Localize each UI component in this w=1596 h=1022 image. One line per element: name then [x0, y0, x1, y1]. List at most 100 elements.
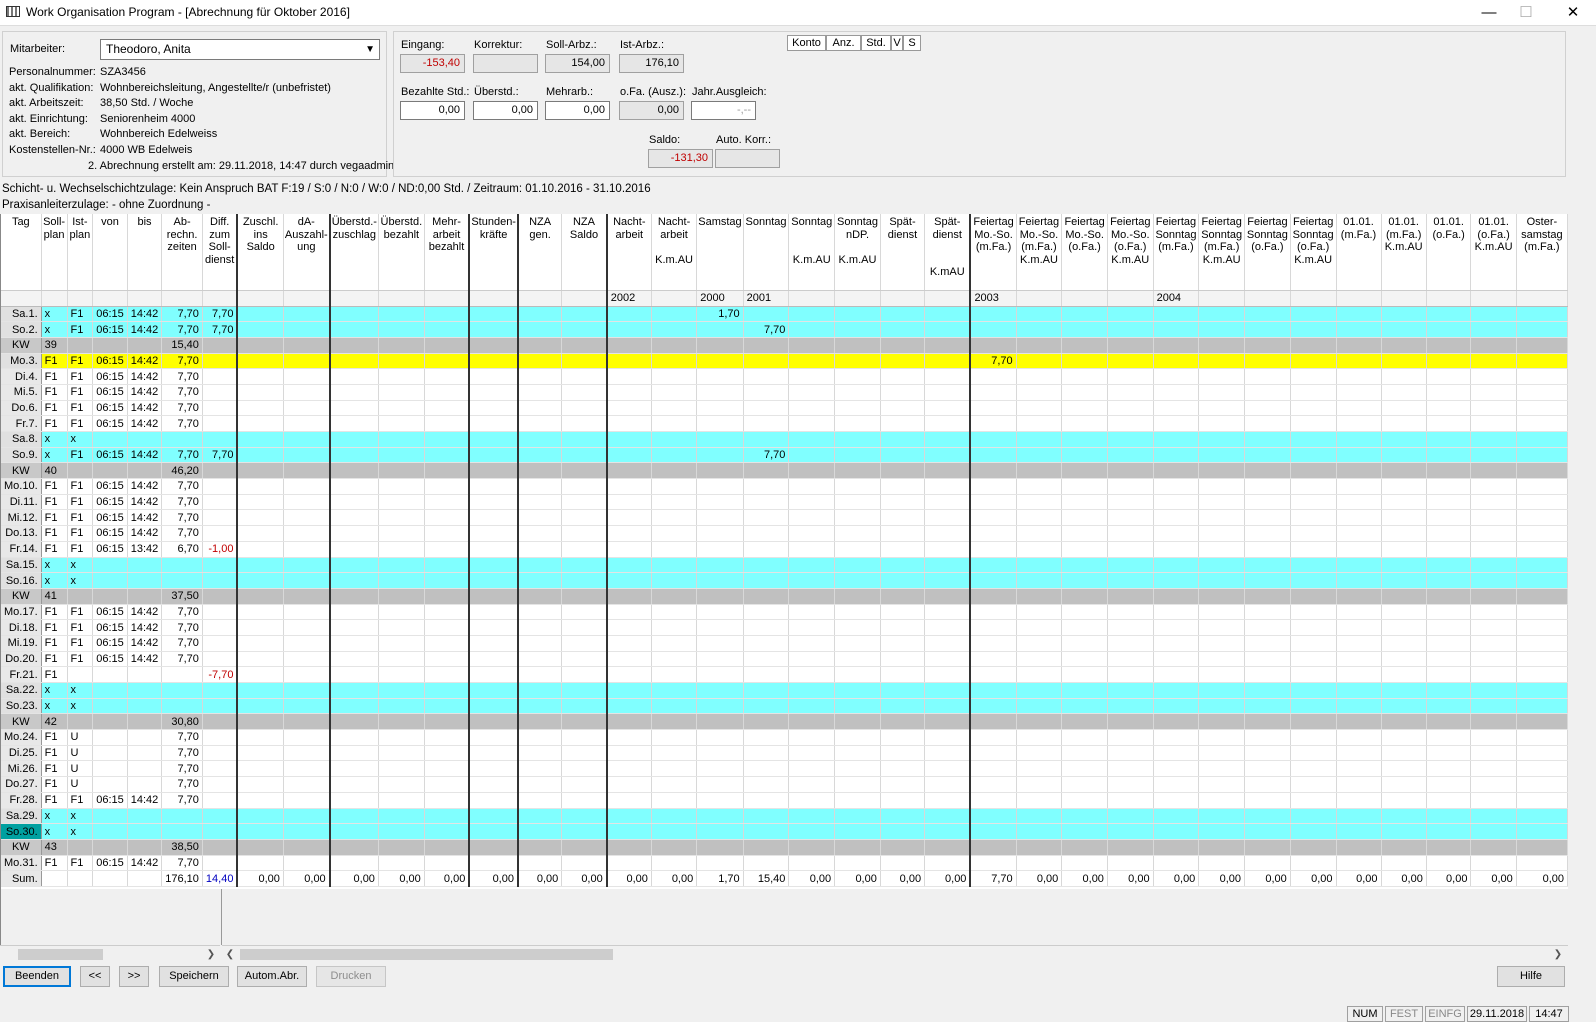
grid-cell[interactable]	[696, 353, 744, 370]
mehrarb-input[interactable]: 0,00	[545, 101, 610, 120]
grid-cell[interactable]	[92, 431, 128, 448]
grid-cell[interactable]	[283, 698, 331, 715]
konto-tab[interactable]: V	[891, 35, 903, 51]
grid-cell[interactable]	[605, 337, 652, 354]
day-label[interactable]: Do.13.	[1, 525, 42, 542]
grid-cell[interactable]	[969, 462, 1017, 480]
grid-cell[interactable]: 06:15	[92, 321, 128, 338]
grid-cell[interactable]	[328, 353, 379, 370]
grid-cell[interactable]	[516, 321, 563, 338]
grid-cell[interactable]	[651, 604, 698, 621]
grid-cell[interactable]: 7,70	[743, 321, 790, 338]
grid-cell[interactable]	[424, 619, 470, 636]
grid-cell[interactable]	[880, 760, 926, 778]
grid-cell[interactable]	[283, 682, 331, 699]
day-row[interactable]: Fr.28. F1 F1 06:15 14:42 7,70	[1, 792, 1568, 809]
grid-cell[interactable]	[880, 478, 926, 495]
grid-cell[interactable]	[605, 572, 652, 589]
grid-cell[interactable]	[1016, 321, 1063, 338]
grid-cell[interactable]	[880, 619, 926, 636]
grid-cell[interactable]	[1061, 682, 1108, 699]
grid-cell[interactable]	[969, 682, 1017, 699]
grid-cell[interactable]	[328, 400, 379, 417]
grid-cell[interactable]	[605, 525, 652, 542]
grid-cell[interactable]	[236, 823, 284, 840]
grid-cell[interactable]: 06:15	[92, 353, 128, 370]
grid-cell[interactable]	[788, 541, 836, 558]
grid-cell[interactable]	[202, 494, 238, 511]
grid-cell[interactable]	[1244, 760, 1291, 778]
grid-cell[interactable]	[127, 713, 163, 731]
grid-cell[interactable]	[880, 462, 926, 480]
grid-cell[interactable]	[743, 729, 790, 746]
grid-cell[interactable]	[202, 698, 238, 715]
grid-cell[interactable]: 0,00	[1290, 870, 1337, 887]
grid-cell[interactable]: 1,70	[696, 870, 744, 887]
grid-cell[interactable]	[1381, 729, 1427, 746]
grid-cell[interactable]: F1	[67, 635, 94, 652]
grid-cell[interactable]	[696, 839, 744, 856]
grid-cell[interactable]	[1516, 384, 1568, 401]
day-label[interactable]: Mo.3.	[1, 353, 42, 370]
grid-cell[interactable]	[283, 666, 331, 683]
grid-cell[interactable]	[1426, 431, 1472, 448]
grid-cell[interactable]	[1016, 823, 1063, 840]
grid-cell[interactable]	[788, 400, 836, 417]
grid-cell[interactable]	[1516, 337, 1568, 354]
grid-cell[interactable]	[1244, 619, 1291, 636]
grid-cell[interactable]	[1061, 604, 1108, 621]
grid-cell[interactable]	[651, 839, 698, 856]
grid-cell[interactable]	[834, 808, 881, 825]
grid-cell[interactable]	[788, 698, 836, 715]
grid-cell[interactable]	[1107, 368, 1154, 385]
grid-cell[interactable]	[880, 651, 926, 668]
grid-cell[interactable]	[1061, 447, 1108, 464]
grid-cell[interactable]	[1470, 666, 1517, 683]
grid-cell[interactable]	[1426, 776, 1472, 793]
grid-cell[interactable]: x	[41, 572, 68, 589]
grid-cell[interactable]	[1107, 431, 1154, 448]
grid-cell[interactable]	[202, 604, 238, 621]
day-label[interactable]: KW	[1, 839, 42, 856]
grid-cell[interactable]	[696, 384, 744, 401]
grid-cell[interactable]	[788, 384, 836, 401]
grid-cell[interactable]	[1516, 808, 1568, 825]
day-label[interactable]: KW	[1, 588, 42, 605]
grid-cell[interactable]	[328, 368, 379, 385]
grid-cell[interactable]	[561, 494, 608, 511]
grid-cell[interactable]	[1381, 415, 1427, 432]
grid-cell[interactable]	[283, 760, 331, 778]
grid-cell[interactable]	[651, 400, 698, 417]
grid-cell[interactable]	[1336, 760, 1382, 778]
grid-cell[interactable]: -1,00	[202, 541, 238, 558]
grid-cell[interactable]	[424, 415, 470, 432]
grid-cell[interactable]	[561, 760, 608, 778]
grid-cell[interactable]	[328, 588, 379, 605]
grid-cell[interactable]	[378, 729, 425, 746]
grid-cell[interactable]	[236, 604, 284, 621]
grid-cell[interactable]	[1290, 855, 1337, 872]
grid-cell[interactable]	[236, 839, 284, 856]
grid-cell[interactable]	[880, 353, 926, 370]
grid-cell[interactable]	[605, 776, 652, 793]
day-row[interactable]: Mi.12. F1 F1 06:15 14:42 7,70	[1, 509, 1568, 527]
grid-cell[interactable]: F1	[67, 855, 94, 872]
grid-cell[interactable]	[424, 431, 470, 448]
grid-cell[interactable]	[969, 337, 1017, 354]
day-label[interactable]: Fr.21.	[1, 666, 42, 683]
grid-cell[interactable]	[834, 431, 881, 448]
grid-cell[interactable]	[605, 368, 652, 385]
grid-cell[interactable]	[605, 478, 652, 495]
left-scroll-thumb[interactable]	[18, 949, 103, 960]
grid-cell[interactable]	[1290, 604, 1337, 621]
hilfe-button[interactable]: Hilfe	[1497, 966, 1565, 987]
grid-cell[interactable]	[283, 651, 331, 668]
grid-cell[interactable]	[1381, 808, 1427, 825]
grid-cell[interactable]	[696, 337, 744, 354]
grid-cell[interactable]	[1426, 729, 1472, 746]
grid-cell[interactable]	[834, 557, 881, 574]
close-button[interactable]: ✕	[1550, 2, 1596, 24]
grid-cell[interactable]	[1336, 557, 1382, 574]
grid-cell[interactable]	[1470, 855, 1517, 872]
grid-cell[interactable]	[1470, 839, 1517, 856]
